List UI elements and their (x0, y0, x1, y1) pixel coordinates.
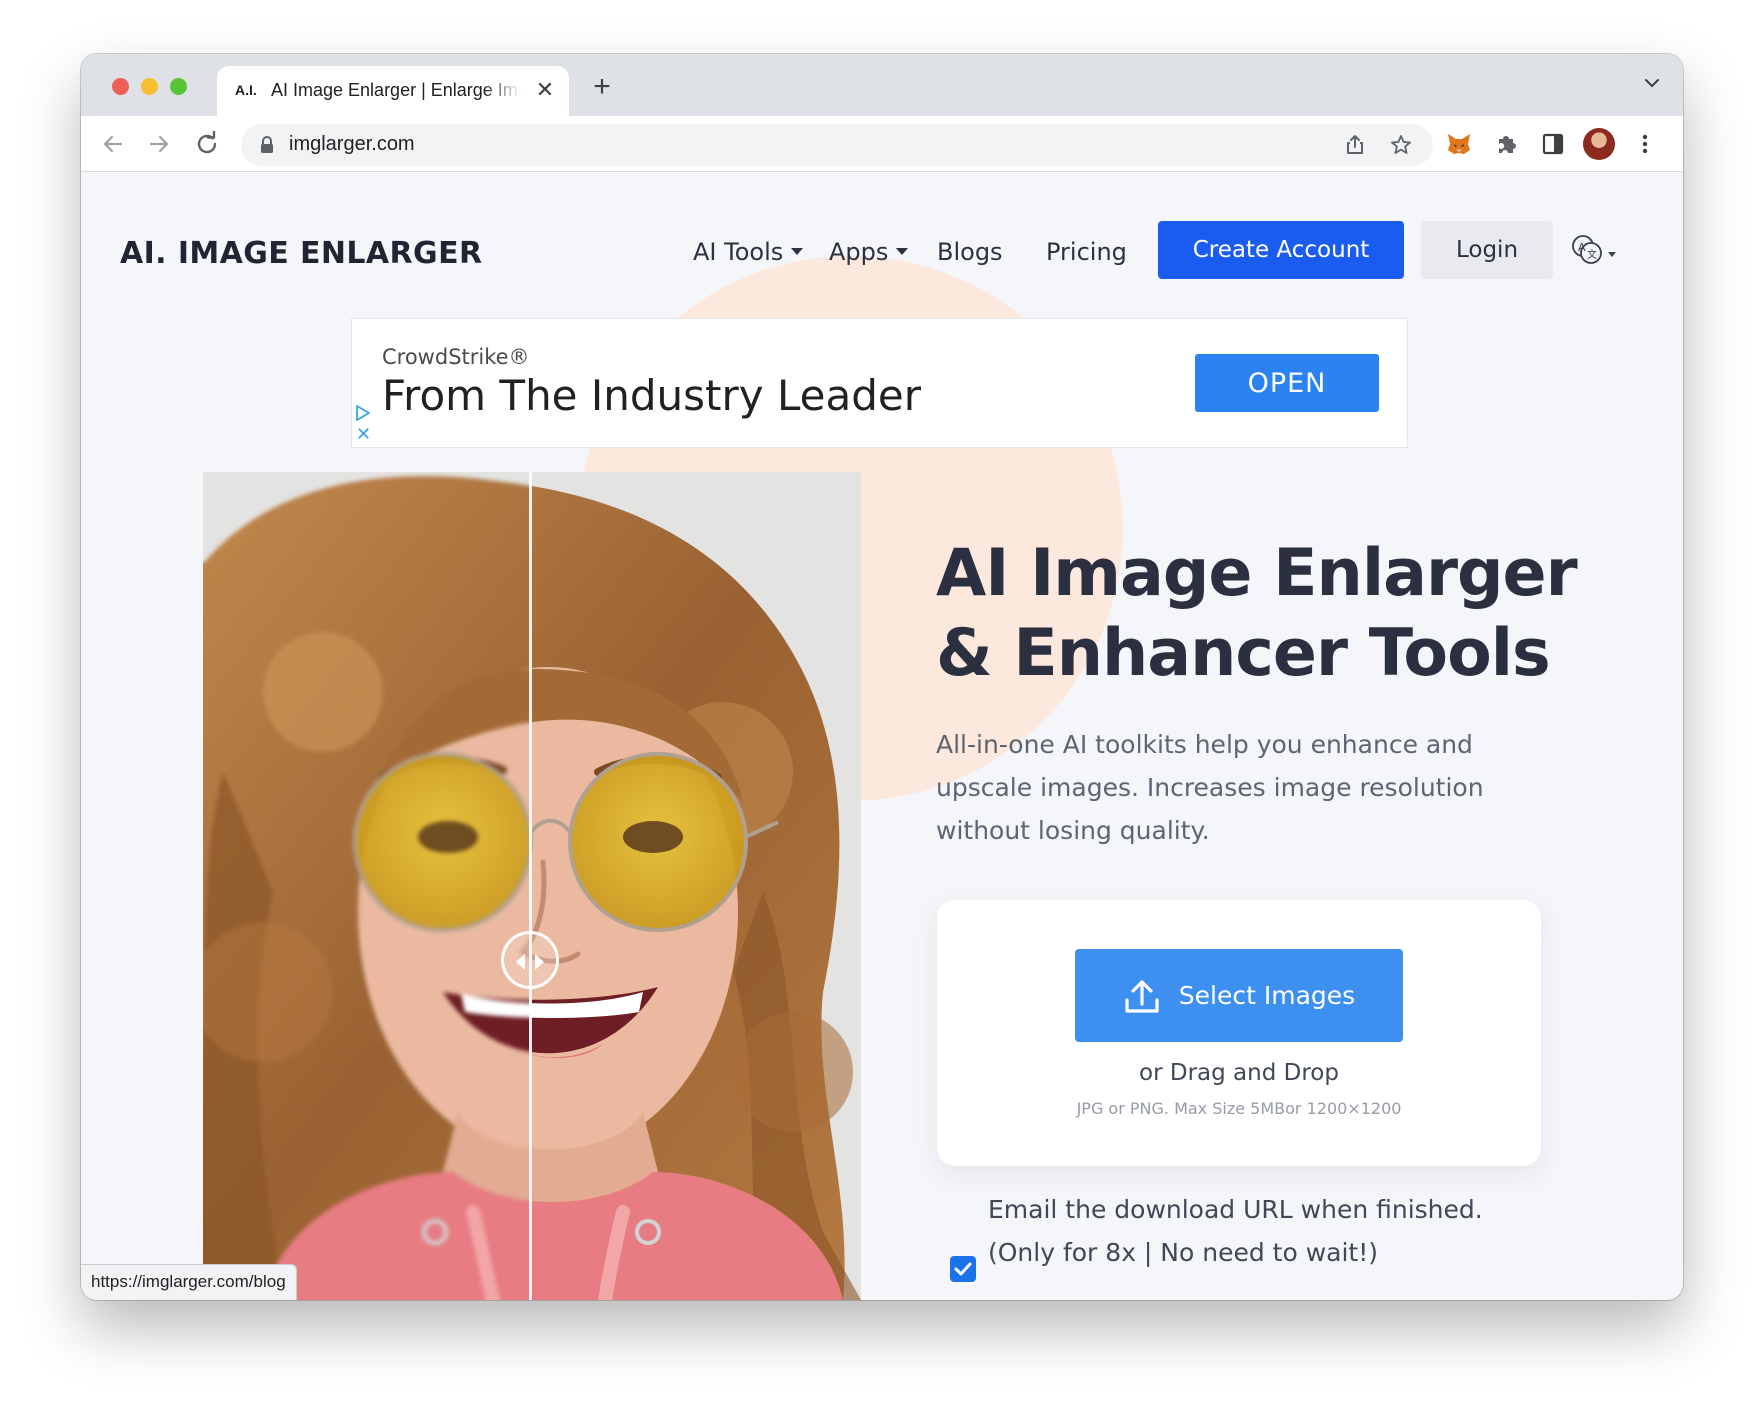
tab-title: AI Image Enlarger | Enlarge Image (271, 80, 521, 100)
tab-close-icon[interactable]: ✕ (533, 78, 557, 102)
before-after-comparison[interactable] (203, 472, 861, 1300)
file-limits-text: JPG or PNG. Max Size 5MBor 1200×1200 (1076, 1099, 1402, 1118)
hero-title: AI Image Enlarger & Enhancer Tools (936, 534, 1578, 694)
site-logo[interactable]: AI. IMAGE ENLARGER (120, 236, 482, 271)
email-option-label[interactable]: (Only for 8x | No need to wait!) (988, 1238, 1378, 1267)
web-page: AI. IMAGE ENLARGER AI Tools Apps Blogs P… (81, 172, 1683, 1300)
chevron-left-icon (516, 954, 525, 970)
login-button[interactable]: Login (1421, 221, 1553, 279)
browser-tab[interactable]: A.I. AI Image Enlarger | Enlarge Image ✕ (217, 66, 569, 116)
arrow-left-icon[interactable] (99, 130, 127, 158)
email-option-text: Email the download URL when finished. (988, 1195, 1483, 1224)
reload-icon[interactable] (193, 130, 221, 158)
browser-toolbar: imglarger.com (81, 116, 1683, 172)
caret-down-icon (896, 248, 909, 255)
kebab-menu-icon[interactable] (1631, 130, 1659, 158)
ad-headline[interactable]: From The Industry Leader (382, 371, 921, 420)
nav-blogs[interactable]: Blogs (937, 238, 1003, 266)
drag-drop-text: or Drag and Drop (1139, 1060, 1339, 1086)
address-url[interactable]: imglarger.com (289, 133, 415, 156)
nav-apps[interactable]: Apps (829, 238, 909, 266)
upload-dropzone[interactable]: Select Images or Drag and Drop JPG or PN… (937, 900, 1541, 1166)
browser-window: A.I. AI Image Enlarger | Enlarge Image ✕… (81, 54, 1683, 1300)
ad-choices-icon[interactable] (355, 404, 371, 422)
language-icon[interactable]: A 文 (1568, 230, 1622, 270)
nav-pricing[interactable]: Pricing (1046, 238, 1127, 266)
ad-brand: CrowdStrike® (382, 345, 530, 369)
ad-close-icon[interactable]: ✕ (356, 425, 371, 443)
svg-text:A: A (1578, 241, 1586, 254)
checkmark-icon (954, 1262, 972, 1276)
comparison-photo (203, 472, 861, 1300)
chevron-right-icon (535, 954, 544, 970)
comparison-divider[interactable] (529, 472, 532, 1300)
address-bar[interactable]: imglarger.com (241, 124, 1433, 166)
ad-banner[interactable]: CrowdStrike® From The Industry Leader OP… (351, 318, 1408, 448)
lock-icon[interactable] (259, 135, 275, 155)
select-images-button[interactable]: Select Images (1075, 949, 1403, 1042)
nav-apps-label: Apps (829, 238, 889, 266)
arrow-right-icon[interactable] (145, 130, 173, 158)
zoom-window-button[interactable] (170, 78, 187, 95)
profile-avatar[interactable] (1583, 128, 1615, 160)
caret-down-icon (791, 248, 804, 255)
tab-strip: A.I. AI Image Enlarger | Enlarge Image ✕… (81, 54, 1683, 116)
side-panel-icon[interactable] (1539, 130, 1567, 158)
comparison-slider-handle[interactable] (501, 931, 559, 989)
hero-title-line2: & Enhancer Tools (936, 616, 1551, 691)
fox-icon[interactable] (1445, 130, 1473, 158)
nav-ai-tools[interactable]: AI Tools (693, 238, 804, 266)
minimize-window-button[interactable] (141, 78, 158, 95)
chevron-down-icon[interactable] (1643, 74, 1661, 92)
tab-favicon-icon: A.I. (235, 82, 257, 98)
select-images-label: Select Images (1178, 981, 1356, 1010)
upload-icon (1125, 979, 1159, 1013)
create-account-button[interactable]: Create Account (1158, 221, 1404, 279)
nav-ai-tools-label: AI Tools (693, 238, 784, 266)
svg-text:文: 文 (1587, 248, 1597, 261)
hero-subtitle: All-in-one AI toolkits help you enhance … (936, 730, 1484, 845)
close-window-button[interactable] (112, 78, 129, 95)
new-tab-button[interactable]: + (587, 72, 617, 102)
puzzle-icon[interactable] (1493, 130, 1521, 158)
link-status-bubble: https://imglarger.com/blog (81, 1264, 297, 1300)
ad-open-button[interactable]: OPEN (1195, 354, 1379, 412)
share-icon[interactable] (1343, 133, 1367, 157)
star-icon[interactable] (1389, 133, 1413, 157)
email-option-checkbox[interactable] (950, 1256, 976, 1282)
hero-title-line1: AI Image Enlarger (936, 536, 1578, 611)
